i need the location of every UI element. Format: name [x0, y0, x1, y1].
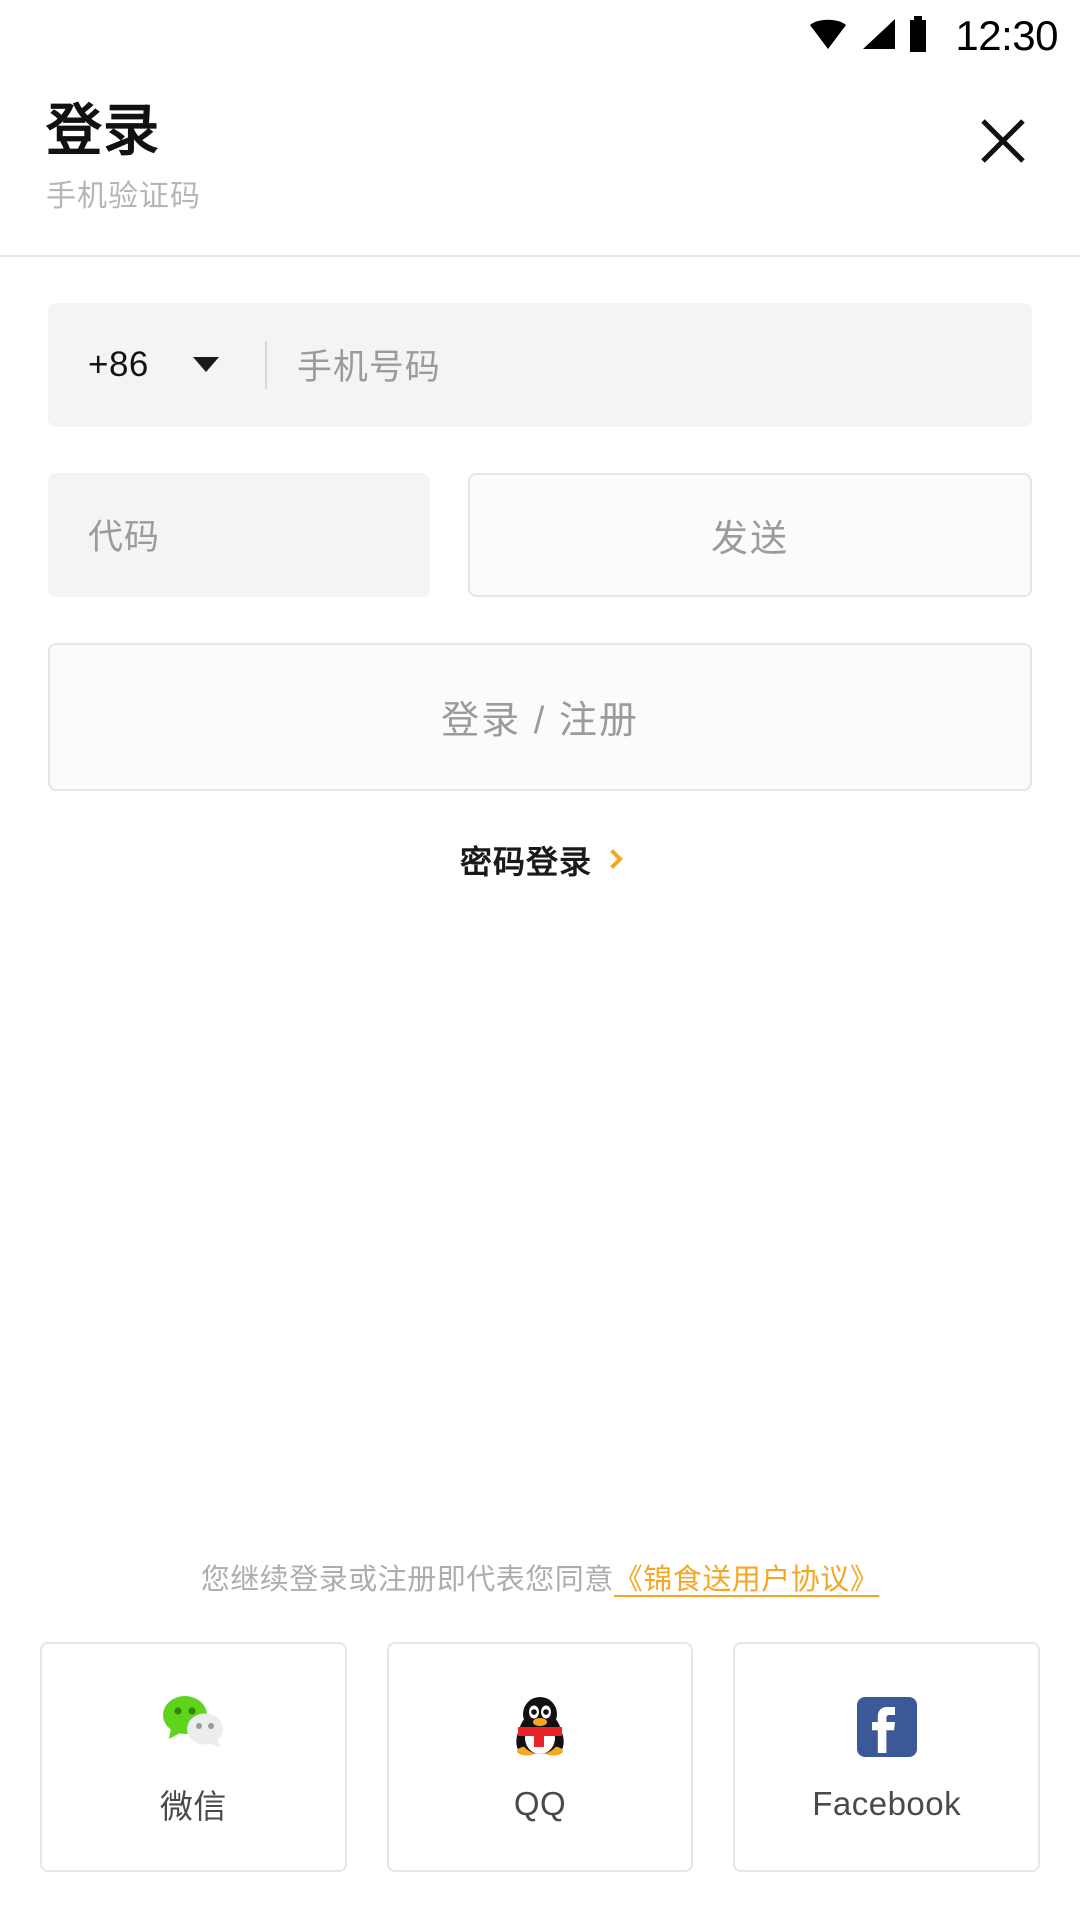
social-login-qq[interactable]: QQ: [386, 1642, 694, 1872]
social-login-label: Facebook: [812, 1785, 962, 1822]
chevron-down-icon[interactable]: [192, 357, 219, 373]
social-login-row: 微信 QQ Facebook: [0, 1642, 1080, 1920]
page-title: 登录: [46, 99, 160, 162]
wechat-icon: [157, 1686, 229, 1758]
user-agreement-link[interactable]: 《锦食送用户协议》: [614, 1564, 880, 1596]
phone-field-row[interactable]: +86 手机号码: [48, 302, 1032, 427]
code-input[interactable]: 代码: [48, 472, 430, 597]
login-screen: 12:30 登录 手机验证码 +86 手机号码 代码 发送 登录 / 注册 密码…: [0, 0, 1080, 1920]
page-header: 登录 手机验证码: [0, 72, 1080, 215]
battery-icon: [908, 15, 928, 57]
code-row: 代码 发送: [48, 472, 1032, 597]
social-login-wechat[interactable]: 微信: [40, 1642, 347, 1872]
chevron-right-icon: [603, 848, 623, 869]
signal-icon: [859, 17, 897, 56]
social-login-label: 微信: [159, 1788, 227, 1825]
status-bar-time: 12:30: [955, 12, 1058, 59]
social-login-facebook[interactable]: Facebook: [733, 1642, 1041, 1872]
wifi-icon: [808, 17, 848, 56]
facebook-icon: [851, 1691, 923, 1763]
layout-spacer: [0, 883, 1080, 1556]
status-bar: 12:30: [0, 0, 1080, 72]
password-login-label: 密码登录: [459, 843, 592, 880]
login-form: +86 手机号码 代码 发送 登录 / 注册 密码登录: [0, 257, 1080, 883]
page-subtitle: 手机验证码: [46, 179, 201, 213]
close-button[interactable]: [966, 106, 1040, 180]
status-bar-icons: 12:30: [808, 15, 1058, 57]
login-register-button[interactable]: 登录 / 注册: [48, 642, 1032, 791]
agreement-text: 您继续登录或注册即代表您同意《锦食送用户协议》: [0, 1556, 1080, 1598]
agreement-prefix: 您继续登录或注册即代表您同意: [200, 1564, 614, 1596]
field-divider: [264, 340, 267, 389]
phone-input[interactable]: 手机号码: [297, 339, 441, 390]
send-code-button[interactable]: 发送: [468, 472, 1032, 597]
social-login-label: QQ: [513, 1785, 567, 1822]
close-icon: [975, 113, 1031, 174]
password-login-link[interactable]: 密码登录: [48, 837, 1032, 883]
qq-icon: [504, 1691, 576, 1763]
country-code-value: +86: [88, 344, 149, 384]
